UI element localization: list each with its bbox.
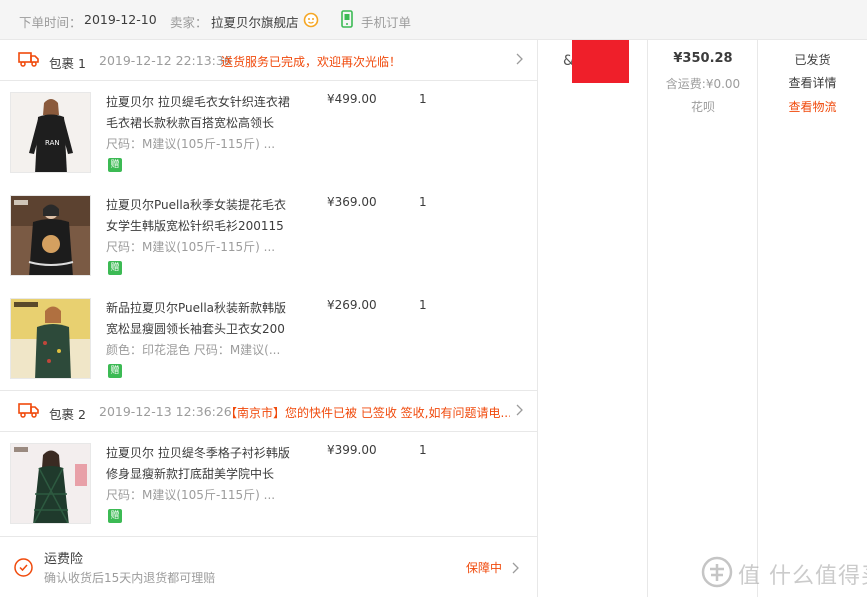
- product-price: ¥499.00: [327, 92, 377, 106]
- seller-name[interactable]: 拉夏贝尔旗舰店: [211, 12, 299, 31]
- product-thumbnail[interactable]: [10, 298, 91, 379]
- product-sku: 尺码：M建议(105斤-115斤) ...: [106, 488, 276, 502]
- product-title[interactable]: 新品拉夏贝尔Puella秋装新款韩版宽松显瘦圆领长袖套头卫衣女200: [106, 298, 298, 340]
- insurance-status: 保障中: [466, 561, 503, 575]
- view-details-link[interactable]: 查看详情: [758, 74, 867, 91]
- product-thumbnail[interactable]: RAN: [10, 92, 91, 173]
- gift-badge-icon: 赠: [108, 261, 122, 275]
- order-time-label: 下单时间：: [19, 15, 82, 30]
- column-divider: [647, 40, 648, 597]
- site-watermark: 值 什么值得买: [698, 553, 867, 591]
- package-header[interactable]: 包裹 1 2019-12-12 22:13:36 送货服务已完成，欢迎再次光临！: [0, 40, 538, 80]
- package-name: 包裹 1: [49, 56, 86, 71]
- gift-badge-icon: 赠: [108, 158, 122, 172]
- order-item: 拉夏贝尔Puella秋季女装提花毛衣女学生韩版宽松针织毛衫200115 尺码：M…: [0, 195, 538, 298]
- delivery-truck-icon: [18, 402, 40, 418]
- gift-badge-icon: 赠: [108, 509, 122, 523]
- product-thumbnail[interactable]: [10, 443, 91, 524]
- insurance-title: 运费险: [44, 552, 84, 567]
- freight-insurance-row[interactable]: 运费险 确认收货后15天内退货都可理赔 保障中: [0, 537, 538, 597]
- column-divider: [757, 40, 758, 597]
- order-status: 已发货: [794, 53, 831, 67]
- product-thumbnail[interactable]: [10, 195, 91, 276]
- package-status-message: 【南京市】您的快件已被 已签收 签收,如有问题请电...: [225, 406, 510, 420]
- product-title[interactable]: 拉夏贝尔 拉贝缇毛衣女针织连衣裙毛衣裙长款秋款百搭宽松高领长: [106, 92, 298, 134]
- seller-label: 卖家：: [170, 15, 208, 30]
- mobile-order-label: 手机订单: [361, 15, 412, 30]
- redacted-block: [572, 40, 629, 83]
- order-item: 新品拉夏贝尔Puella秋装新款韩版宽松显瘦圆领长袖套头卫衣女200 颜色：印花…: [0, 298, 538, 401]
- gift-badge-icon: 赠: [108, 364, 122, 378]
- product-title[interactable]: 拉夏贝尔 拉贝缇冬季格子衬衫韩版修身显瘦新款打底甜美学院中长: [106, 443, 298, 485]
- product-quantity: 1: [419, 92, 427, 106]
- package-status-message: 送货服务已完成，欢迎再次光临！: [221, 55, 402, 69]
- order-header: 下单时间： 2019-12-10 卖家： 拉夏贝尔旗舰店 手机订单: [0, 0, 867, 40]
- chevron-right-icon[interactable]: [510, 561, 520, 575]
- package-time: 2019-12-13 12:36:26: [99, 404, 232, 419]
- product-price: ¥369.00: [327, 195, 377, 209]
- svg-text:RAN: RAN: [45, 139, 60, 147]
- payment-method: 花呗: [690, 100, 715, 114]
- product-price: ¥399.00: [327, 443, 377, 457]
- package-name: 包裹 2: [49, 407, 86, 422]
- insurance-subtitle: 确认收货后15天内退货都可理赔: [44, 571, 216, 585]
- watermark-text: 值 什么值得买: [738, 564, 867, 589]
- product-sku: 尺码：M建议(105斤-115斤) ...: [106, 240, 276, 254]
- order-total: ¥350.28: [673, 51, 733, 66]
- mobile-phone-icon: [341, 10, 353, 28]
- watermark-logo-icon: [701, 556, 733, 588]
- chevron-right-icon[interactable]: [514, 403, 524, 417]
- order-time: 2019-12-10: [84, 12, 157, 27]
- order-item: RAN 拉夏贝尔 拉贝缇毛衣女针织连衣裙毛衣裙长款秋款百搭宽松高领长 尺码：M建…: [0, 92, 538, 195]
- package-time: 2019-12-12 22:13:36: [99, 53, 232, 68]
- product-sku: 颜色：印花混色 尺码：M建议(...: [106, 343, 281, 357]
- insurance-shield-icon: [14, 558, 33, 577]
- chevron-right-icon[interactable]: [514, 52, 524, 66]
- view-logistics-link[interactable]: 查看物流: [758, 98, 867, 115]
- product-sku: 尺码：M建议(105斤-115斤) ...: [106, 137, 276, 151]
- package-header[interactable]: 包裹 2 2019-12-13 12:36:26 【南京市】您的快件已被 已签收…: [0, 391, 538, 431]
- delivery-truck-icon: [18, 51, 40, 67]
- product-price: ¥269.00: [327, 298, 377, 312]
- divider: [0, 80, 538, 81]
- product-title[interactable]: 拉夏贝尔Puella秋季女装提花毛衣女学生韩版宽松针织毛衫200115: [106, 195, 298, 237]
- product-quantity: 1: [419, 443, 427, 457]
- freight-fee: 含运费:¥0.00: [665, 77, 741, 91]
- divider: [0, 431, 538, 432]
- product-quantity: 1: [419, 298, 427, 312]
- product-quantity: 1: [419, 195, 427, 209]
- order-item: 拉夏贝尔 拉贝缇冬季格子衬衫韩版修身显瘦新款打底甜美学院中长 尺码：M建议(10…: [0, 443, 538, 546]
- wangwang-chat-icon[interactable]: [303, 12, 319, 28]
